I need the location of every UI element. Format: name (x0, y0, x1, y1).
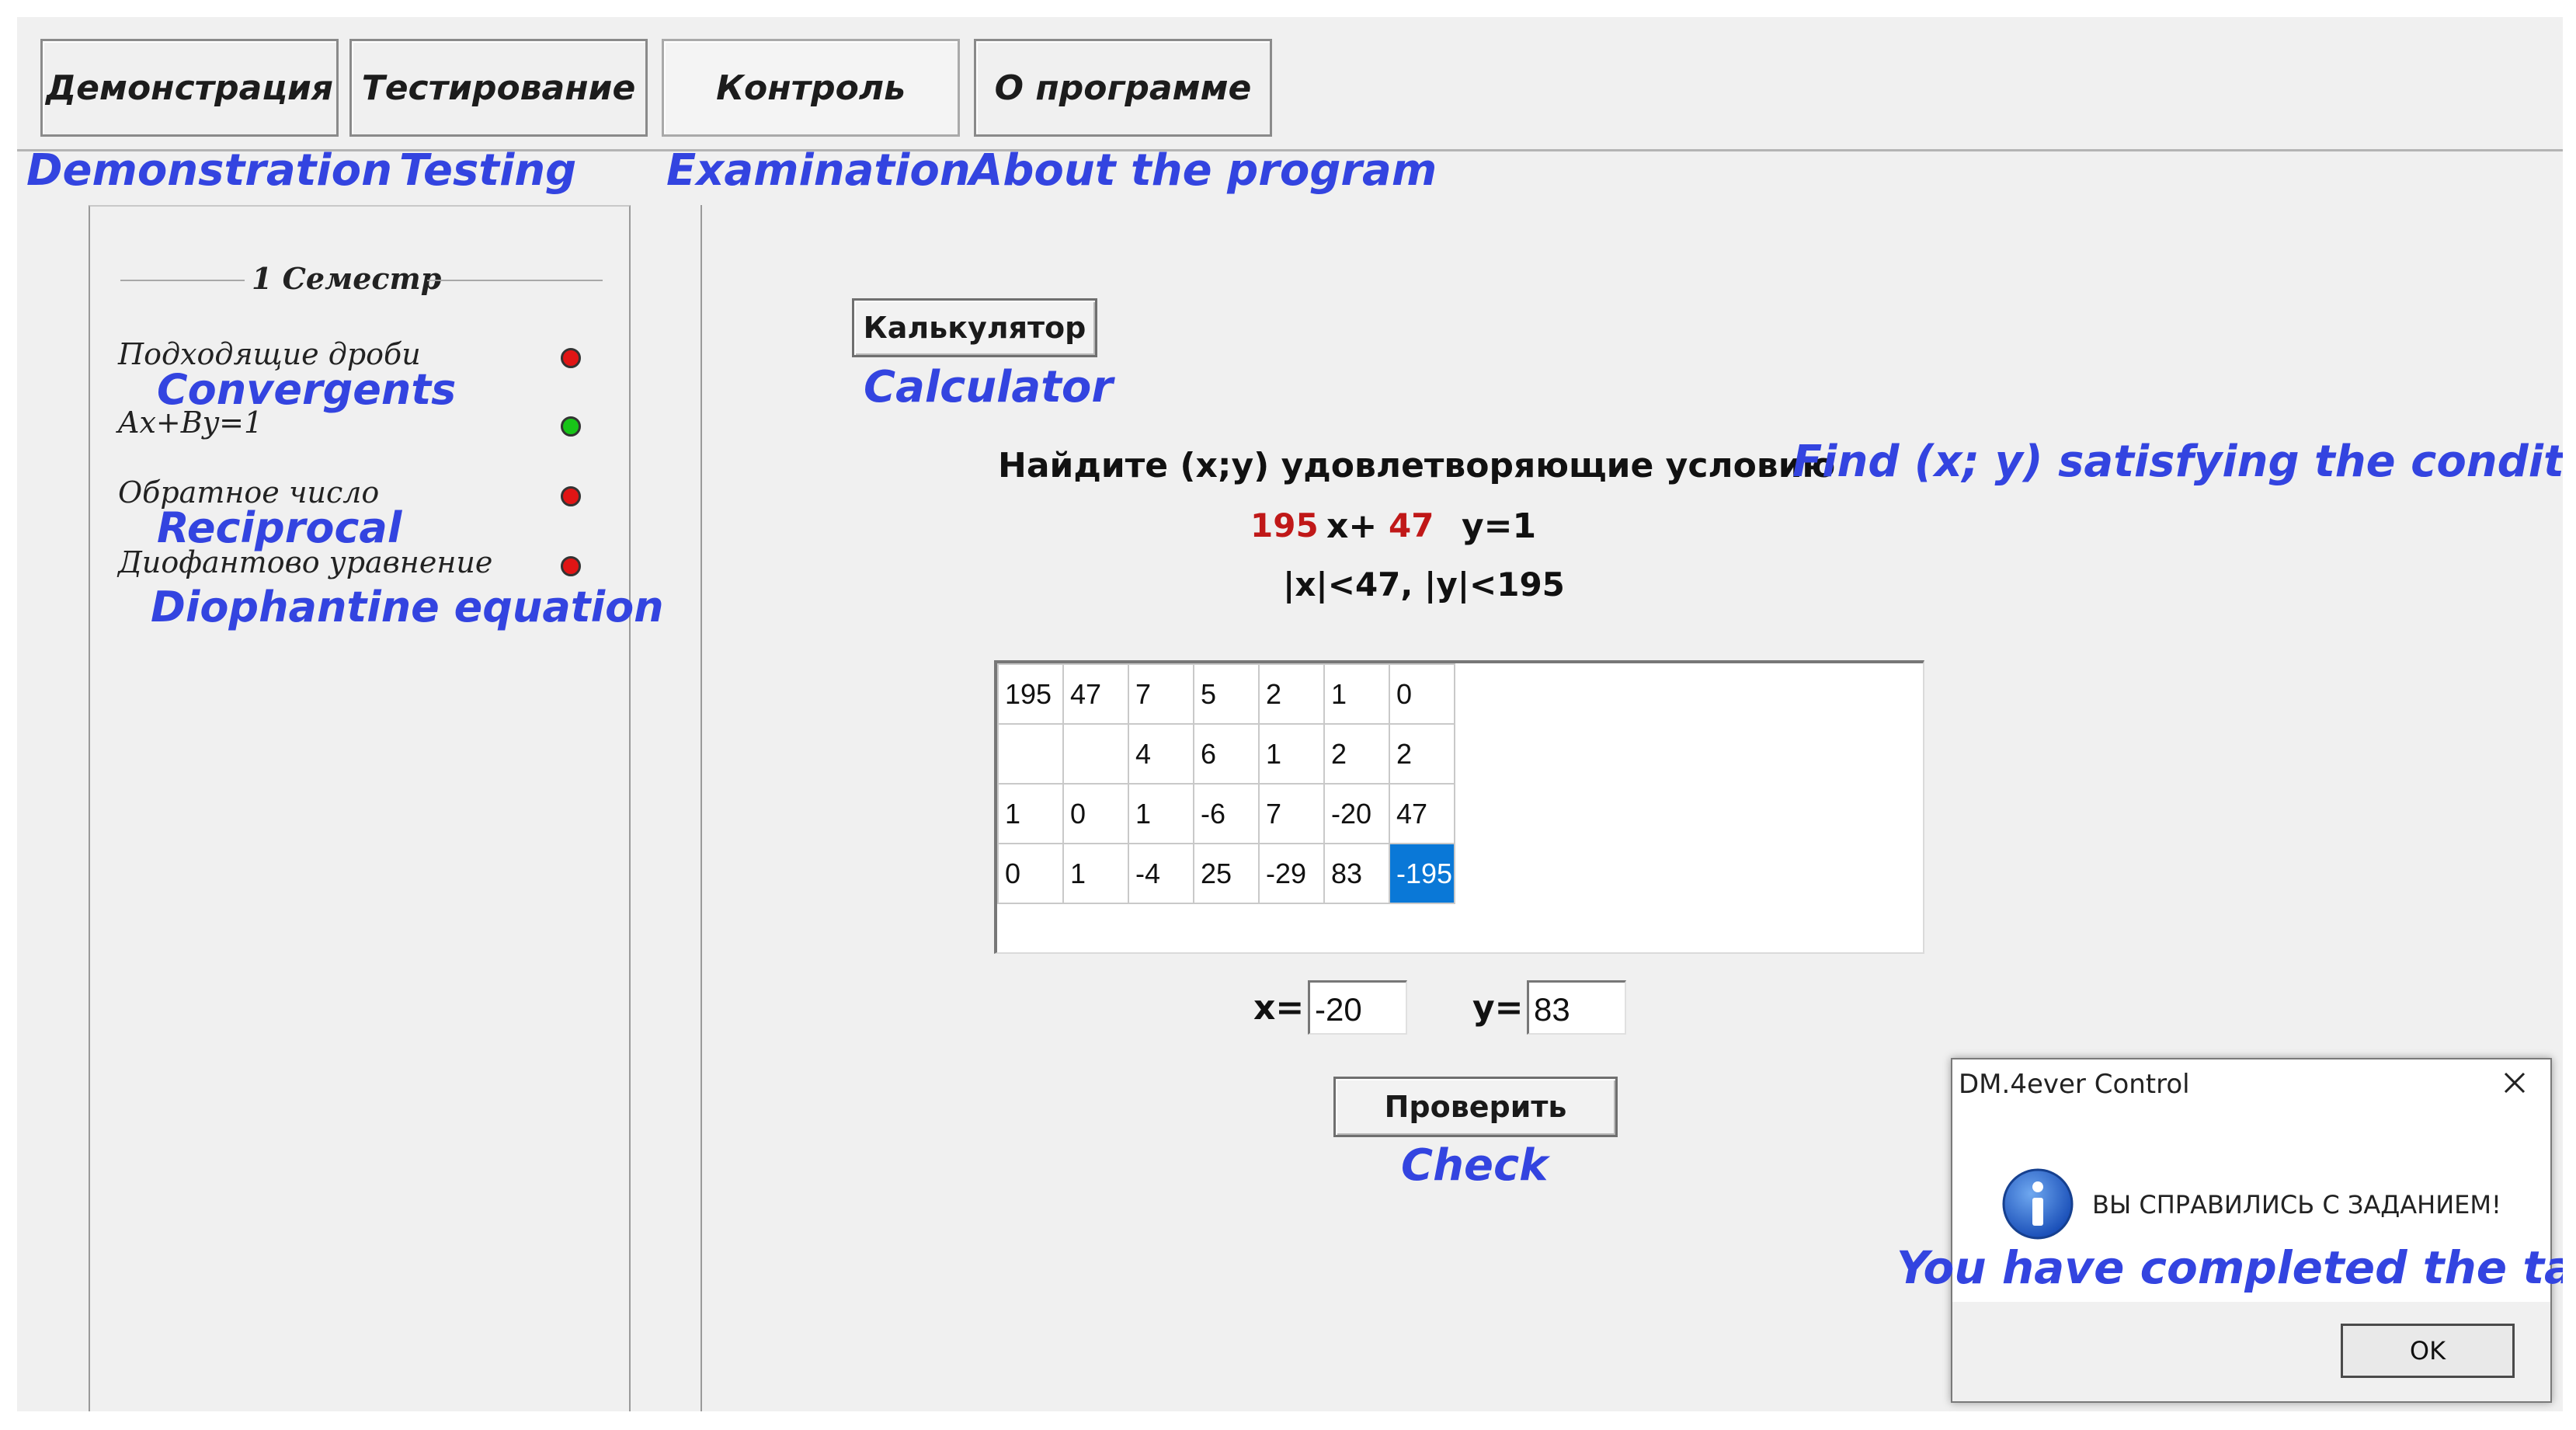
table-cell[interactable]: 1 (997, 783, 1064, 844)
coefficient-a: 195 (1250, 506, 1319, 545)
table-cell[interactable]: 1 (1323, 663, 1390, 725)
calculator-translation: Calculator (864, 362, 1113, 412)
table-cell[interactable]: 7 (1258, 783, 1325, 844)
table-cell[interactable]: 83 (1323, 843, 1390, 904)
dialog-message-translation: You have completed the task! (1896, 1241, 2563, 1294)
equation-x-part: x+ (1326, 506, 1378, 546)
task-prompt-translation: Find (x; y) satisfying the condition (1792, 437, 2563, 487)
tab-about-translation: About the program (969, 145, 1437, 196)
status-red-icon (561, 556, 581, 576)
status-red-icon (561, 486, 581, 506)
table-row: 1 0 1 -6 7 -20 47 (997, 783, 1455, 844)
x-label: x= (1253, 988, 1305, 1028)
table-cell[interactable]: 25 (1193, 843, 1260, 904)
status-red-icon (561, 348, 581, 368)
table-cell[interactable]: 1 (1128, 783, 1194, 844)
sidebar-item-diophantine-translation: Diophantine equation (151, 583, 664, 631)
tab-demonstration-translation: Demonstration (26, 145, 392, 196)
x-input[interactable]: -20 (1308, 980, 1407, 1035)
tab-examination-translation: Examination (666, 145, 971, 196)
table-row: 195 47 7 5 2 1 0 (997, 663, 1455, 725)
y-input[interactable]: 83 (1527, 980, 1626, 1035)
check-translation: Check (1401, 1140, 1549, 1191)
calculator-button[interactable]: Калькулятор (852, 298, 1097, 357)
tab-demonstration[interactable]: Демонстрация (40, 39, 339, 137)
table-cell[interactable]: 47 (1062, 663, 1129, 725)
table-cell[interactable]: 4 (1128, 723, 1194, 785)
table-cell[interactable]: -4 (1128, 843, 1194, 904)
table-cell[interactable]: 0 (1062, 783, 1129, 844)
table-row: 46122 (997, 723, 1455, 785)
task-prompt: Найдите (x;y) удовлетворяющие условию (998, 446, 1836, 485)
panel-separator (700, 205, 702, 1411)
ok-button[interactable]: OK (2341, 1324, 2515, 1378)
tab-testing-translation: Testing (399, 145, 577, 196)
table-cell[interactable]: 6 (1193, 723, 1260, 785)
euclid-grid: 195 47 7 5 2 1 0 4 6 1 2 2 1 0 1 -6 7 -20 47 0 1 -4 25 -29 83 -19… (997, 663, 1455, 904)
table-cell[interactable]: 195 (997, 663, 1064, 725)
table-cell[interactable]: 0 (997, 843, 1064, 904)
close-icon[interactable] (2501, 1069, 2529, 1097)
table-cell[interactable]: 1 (1062, 843, 1129, 904)
info-icon (2001, 1167, 2075, 1241)
status-green-icon (561, 416, 581, 437)
table-cell[interactable]: -6 (1193, 783, 1260, 844)
table-cell[interactable] (1062, 723, 1129, 785)
euclid-table[interactable]: 195 47 7 5 2 1 0 4 6 1 2 2 1 0 1 -6 7 -20 47 0 1 -4 25 -29 83 -19… (994, 660, 1924, 954)
table-cell[interactable]: 2 (1389, 723, 1455, 785)
coefficient-b: 47 (1389, 506, 1434, 545)
tab-examination[interactable]: Контроль (662, 39, 960, 137)
table-cell[interactable]: 2 (1323, 723, 1390, 785)
check-button[interactable]: Проверить (1333, 1077, 1618, 1137)
semester-title: 1 Семестр (252, 261, 442, 296)
table-cell[interactable]: 7 (1128, 663, 1194, 725)
table-cell[interactable]: 5 (1193, 663, 1260, 725)
table-cell[interactable]: 1 (1258, 723, 1325, 785)
table-cell[interactable]: 0 (1389, 663, 1455, 725)
task-constraint: |x|<47, |y|<195 (1283, 565, 1565, 604)
group-divider-left (120, 280, 245, 281)
app-window: Демонстрация Тестирование Контроль О про… (17, 17, 2563, 1411)
table-cell[interactable]: -20 (1323, 783, 1390, 844)
dialog-title: DM.4ever Control (1959, 1069, 2190, 1100)
table-row: 0 1 -4 25 -29 83 -195 (997, 843, 1455, 904)
y-label: y= (1472, 988, 1524, 1028)
tab-testing[interactable]: Тестирование (349, 39, 648, 137)
sidebar-item-diophantine[interactable]: Диофантово уравнение (118, 545, 492, 579)
table-cell[interactable]: -195 (1389, 843, 1455, 904)
table-cell[interactable]: -29 (1258, 843, 1325, 904)
table-cell[interactable]: 47 (1389, 783, 1455, 844)
group-divider-right (427, 280, 603, 281)
sidebar-item-axby[interactable]: Ax+By=1 (118, 405, 262, 440)
table-cell[interactable]: 2 (1258, 663, 1325, 725)
result-dialog: DM.4ever Control ВЫ СПРАВИЛИСЬ С ЗАДАНИЕ… (1951, 1058, 2552, 1403)
equation-y-part: y=1 (1462, 506, 1537, 546)
dialog-message: ВЫ СПРАВИЛИСЬ С ЗАДАНИЕМ! (2092, 1190, 2501, 1220)
tab-about[interactable]: О программе (974, 39, 1272, 137)
table-cell[interactable] (997, 723, 1064, 785)
